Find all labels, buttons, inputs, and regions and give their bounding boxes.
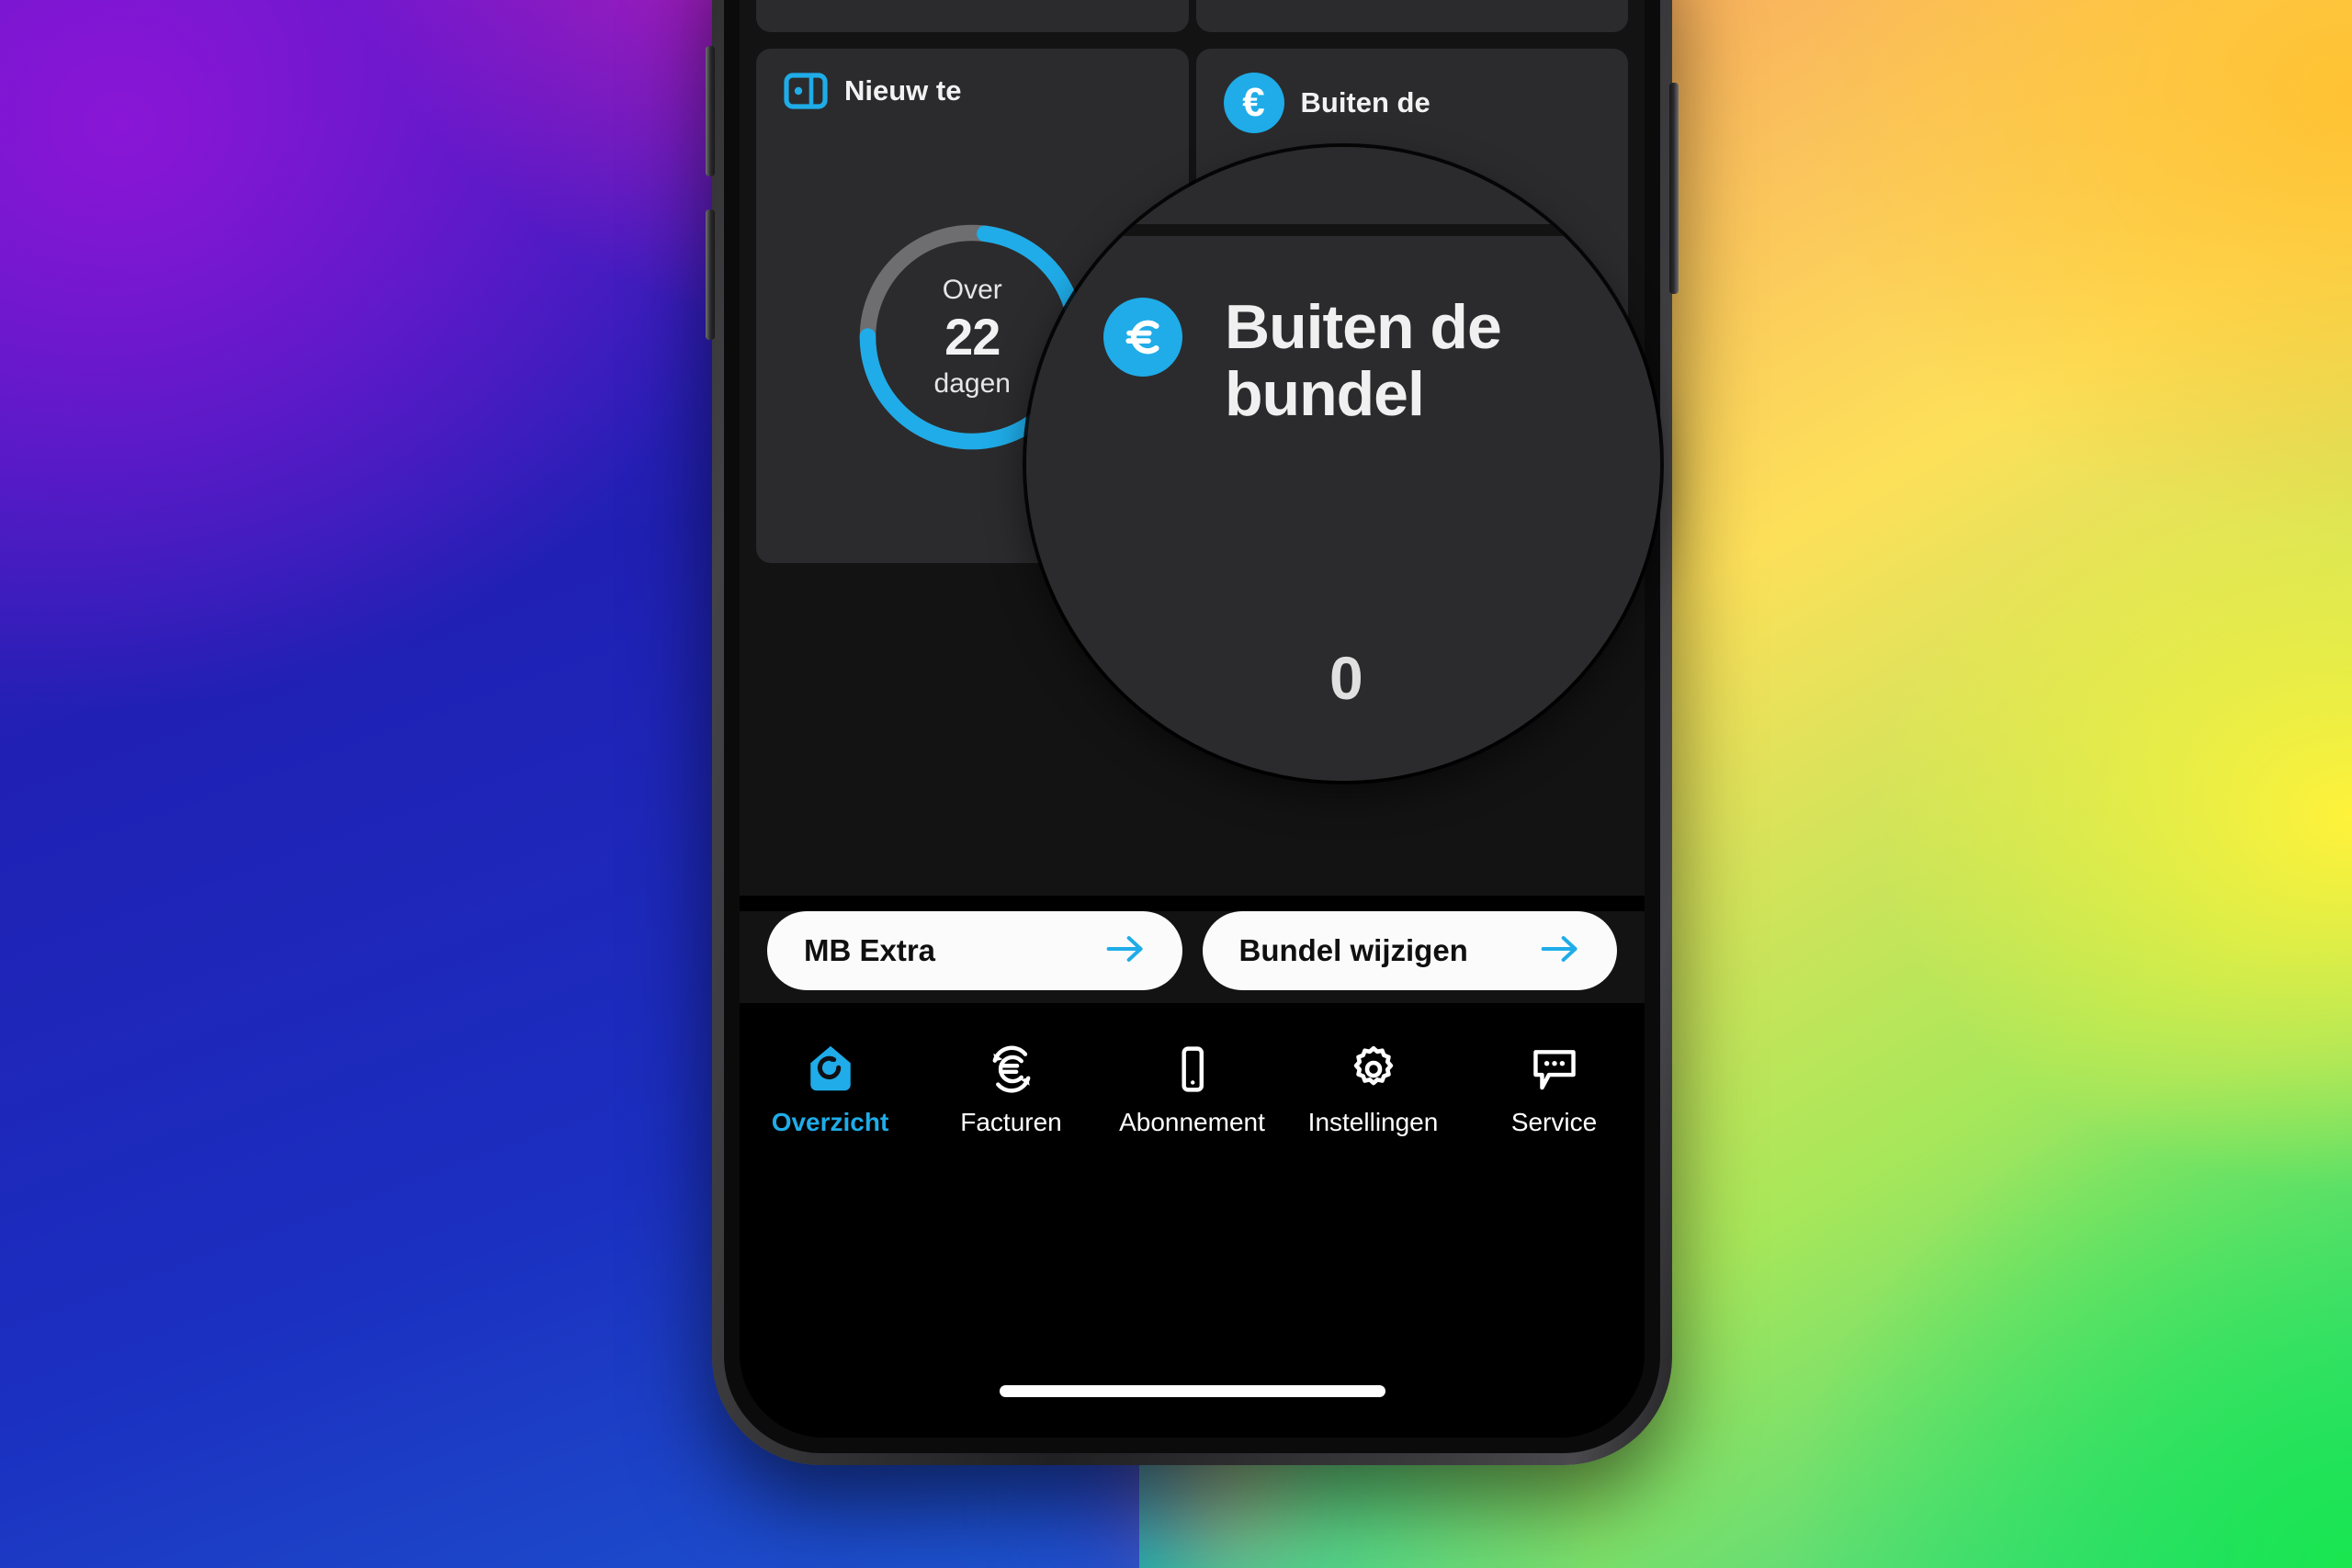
bundel-wijzigen-button[interactable]: Bundel wijzigen	[1202, 911, 1617, 990]
euro-circle-icon	[1103, 298, 1182, 377]
magnifier-outside-bundle-header: Buiten de bundel	[1103, 294, 1623, 428]
magnifier-card-divider	[1026, 224, 1660, 236]
nav-label-overzicht: Overzicht	[771, 1108, 889, 1136]
action-button-row: MB Extra Bundel wijzigen	[740, 911, 1645, 1003]
magnifier-card-top-edge	[1026, 147, 1660, 224]
nav-label-facturen: Facturen	[960, 1108, 1062, 1136]
minutes-usage-card[interactable]: 134 over van 200	[1195, 0, 1628, 32]
magnifier-title-line2: bundel	[1225, 358, 1425, 429]
home-refresh-icon	[804, 1040, 857, 1099]
arrow-right-icon	[1105, 933, 1146, 969]
new-credit-card-header: Nieuw te	[784, 73, 1167, 109]
days-gauge-unit: dagen	[933, 367, 1011, 399]
days-gauge-top: Over	[942, 275, 1002, 306]
nav-item-facturen[interactable]: Facturen	[921, 1040, 1102, 1137]
arrow-right-icon	[1540, 933, 1580, 969]
nav-label-service: Service	[1510, 1108, 1598, 1136]
nav-label-instellingen: Instellingen	[1307, 1108, 1439, 1136]
data-usage-card[interactable]: 1906 over van 3000 MB	[756, 0, 1189, 32]
outside-bundle-header: € Buiten de	[1223, 73, 1607, 133]
volume-down-button[interactable]	[706, 209, 715, 340]
nav-label-abonnement: Abonnement	[1119, 1108, 1265, 1136]
volume-up-button[interactable]	[706, 46, 715, 176]
magnifier-title: Buiten de bundel	[1225, 292, 1502, 429]
nav-item-abonnement[interactable]: Abonnement	[1102, 1040, 1283, 1137]
magnifier-title-line1: Buiten de	[1225, 292, 1502, 362]
magnifier-content: Buiten de bundel 0	[1026, 147, 1660, 781]
nav-item-overzicht[interactable]: Overzicht	[740, 1040, 921, 1137]
chat-bubble-icon	[1529, 1040, 1580, 1099]
phone-icon	[1167, 1040, 1218, 1099]
sim-card-icon	[784, 73, 828, 109]
outside-bundle-title: Buiten de	[1300, 86, 1430, 118]
bundel-wijzigen-label: Bundel wijzigen	[1238, 933, 1468, 967]
nav-item-instellingen[interactable]: Instellingen	[1283, 1040, 1464, 1137]
nav-item-service[interactable]: Service	[1464, 1040, 1645, 1137]
magnifier-loupe: Buiten de bundel 0	[1026, 147, 1660, 781]
euro-refresh-icon	[986, 1040, 1037, 1099]
magnifier-partial-amount: 0	[1329, 644, 1363, 712]
euro-circle-icon: €	[1223, 73, 1284, 133]
card-row-gap	[756, 32, 1628, 49]
bottom-navigation-bar: Overzicht Facturen Abonnement Instelling…	[740, 1020, 1645, 1438]
mb-extra-label: MB Extra	[804, 933, 936, 967]
home-indicator[interactable]	[999, 1385, 1385, 1397]
new-credit-card-title: Nieuw te	[844, 74, 962, 107]
mb-extra-button[interactable]: MB Extra	[767, 911, 1182, 990]
gear-icon	[1347, 1040, 1400, 1099]
usage-row-top: 1906 over van 3000 MB	[756, 0, 1628, 32]
power-button[interactable]	[1669, 83, 1679, 294]
days-gauge-value: 22	[944, 307, 1001, 366]
